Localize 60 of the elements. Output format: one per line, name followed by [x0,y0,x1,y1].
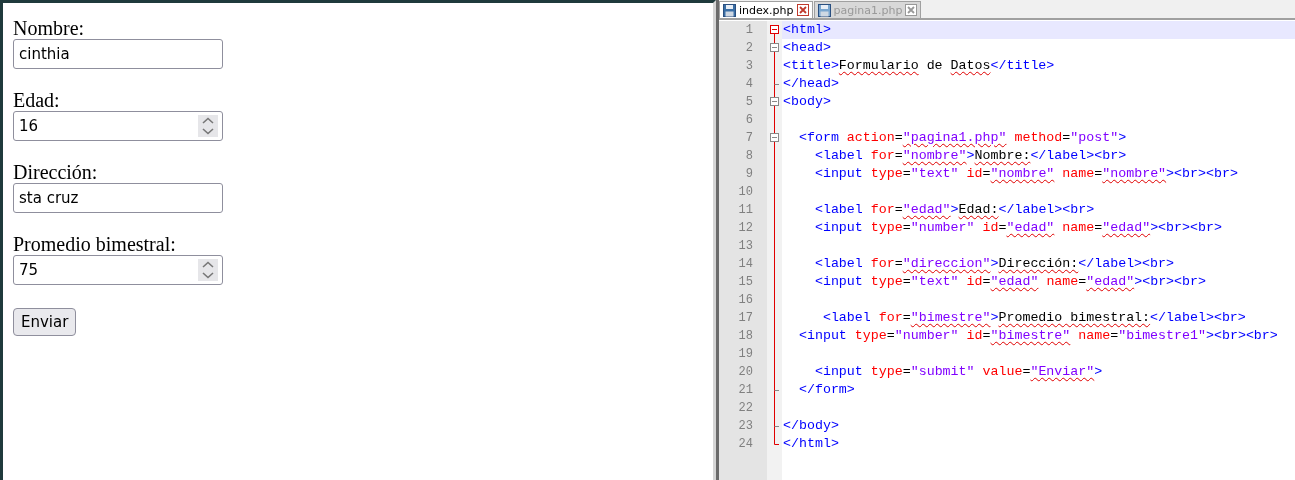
line-number: 2 [719,39,767,57]
close-icon[interactable] [905,4,918,16]
field-label: Nombre: [13,17,86,39]
line-number: 15 [719,273,767,291]
line-number: 17 [719,309,767,327]
fold-marker-icon [770,39,779,57]
code-line: <body> [782,93,832,111]
code-line: <label for="nombre">Nombre:</label><br> [813,147,1128,165]
line-number: 5 [719,93,767,111]
line-number: 24 [719,435,767,453]
file-tab[interactable]: index.php [719,1,813,18]
line-number: 12 [719,219,767,237]
submit-button[interactable]: Enviar [13,308,77,336]
fold-marker-icon [770,129,779,147]
code-line: <input type="text" id="nombre" name="nombre"><br><br> [813,165,1239,183]
code-line: <label for="bimestre">Promedio bimestral:</label><br> [821,309,1247,327]
close-icon[interactable] [796,4,809,16]
code-line: <input type="text" id="edad" name="edad"><br><br> [813,273,1207,291]
line-number: 3 [719,57,767,75]
line-number: 16 [719,291,767,309]
line-number: 6 [719,111,767,129]
line-number: 21 [719,381,767,399]
line-number: 1 [719,21,767,39]
line-number-gutter [719,453,767,480]
field-label: Dirección: [13,161,99,183]
number-field[interactable]: 16 [13,111,223,141]
spinner-icon[interactable] [198,259,218,281]
code-line: <input type="number" id="edad" name="edad"><br><br> [813,219,1223,237]
code-line: <head> [782,39,832,57]
spinner-icon[interactable] [198,115,218,137]
code-line: <label for="edad">Edad:</label><br> [813,201,1096,219]
line-number: 7 [719,129,767,147]
line-number: 18 [719,327,767,345]
code-line: <input type="number" id="bimestre" name="bimestre1"><br><br> [797,327,1279,345]
line-number: 19 [719,345,767,363]
line-number: 13 [719,237,767,255]
fold-line-icon [774,111,775,129]
line-number: 14 [719,255,767,273]
line-number: 8 [719,147,767,165]
code-line: </head> [782,75,840,93]
code-line: <label for="direccion">Dirección:</label><br> [813,255,1176,273]
code-line: <input type="submit" value="Enviar"> [813,363,1104,381]
code-line: </html> [782,435,840,453]
code-line: </form> [797,381,856,399]
line-number: 23 [719,417,767,435]
code-line: </body> [782,417,840,435]
line-number: 11 [719,201,767,219]
line-number: 20 [719,363,767,381]
fold-marker-icon [770,93,779,111]
text-field[interactable]: cinthia [13,39,223,69]
field-label: Promedio bimestral: [13,233,177,255]
line-number: 22 [719,399,767,417]
code-line: <title>Formulario de Datos</title> [782,57,1056,75]
line-number: 9 [719,165,767,183]
field-label: Edad: [13,89,61,111]
line-number: 4 [719,75,767,93]
number-field[interactable]: 75 [13,255,223,285]
line-number: 10 [719,183,767,201]
code-line: <form action="pagina1.php" method="post"> [797,129,1128,147]
text-field[interactable]: sta cruz [13,183,223,213]
